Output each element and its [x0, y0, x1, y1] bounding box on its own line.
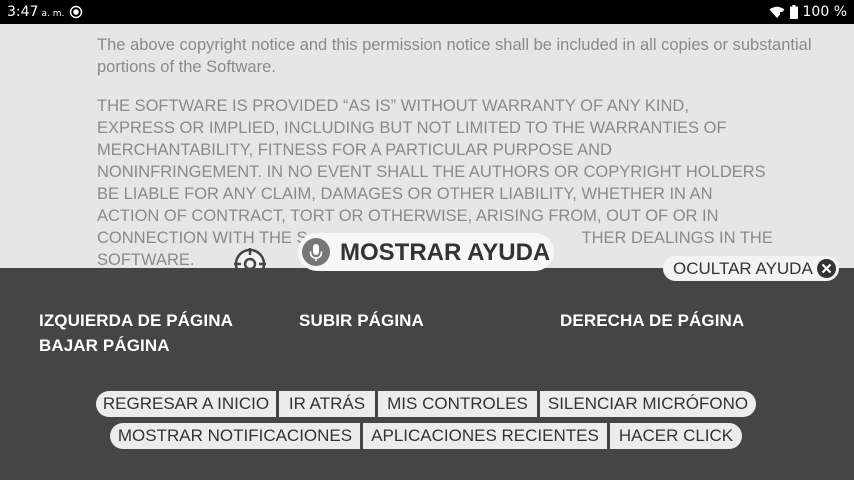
doc-line: THE SOFTWARE IS PROVIDED “AS IS” WITHOUT…	[97, 97, 689, 115]
clock-ampm: a. m.	[41, 9, 65, 19]
doc-line: NONINFRINGEMENT. IN NO EVENT SHALL THE A…	[97, 163, 766, 181]
command-page-up[interactable]: SUBIR PÁGINA	[299, 311, 424, 331]
doc-line: CONNECTION WITH THE S	[97, 229, 308, 247]
mute-microphone-button[interactable]: SILENCIAR MICRÓFONO	[540, 391, 756, 417]
doc-line: THER DEALINGS IN THE	[581, 229, 773, 247]
wifi-icon	[769, 6, 785, 18]
go-back-button[interactable]: IR ATRÁS	[279, 391, 375, 417]
command-page-right[interactable]: DERECHA DE PÁGINA	[560, 311, 744, 331]
doc-line: MERCHANTABILITY, FITNESS FOR A PARTICULA…	[97, 141, 612, 159]
battery-icon	[789, 5, 798, 19]
battery-percent: 100 %	[802, 4, 847, 20]
close-icon[interactable]	[817, 259, 836, 278]
status-time: 3:47 a. m.	[7, 4, 64, 20]
microphone-icon	[302, 238, 330, 266]
clock: 3:47	[7, 4, 39, 20]
go-home-button[interactable]: REGRESAR A INICIO	[96, 391, 276, 417]
click-button[interactable]: HACER CLICK	[610, 423, 742, 449]
command-page-left[interactable]: IZQUIERDA DE PÁGINA	[39, 311, 233, 331]
show-help-button[interactable]: MOSTRAR AYUDA	[298, 233, 554, 271]
doc-line: BE LIABLE FOR ANY CLAIM, DAMAGES OR OTHE…	[97, 185, 713, 203]
show-help-label: MOSTRAR AYUDA	[340, 239, 551, 266]
doc-paragraph-1: The above copyright notice and this perm…	[97, 36, 812, 76]
sync-icon	[69, 5, 83, 19]
recent-apps-button[interactable]: APLICACIONES RECIENTES	[363, 423, 607, 449]
hide-help-label: OCULTAR AYUDA	[673, 259, 813, 278]
status-right: 100 %	[769, 4, 847, 20]
status-bar: 3:47 a. m. 100 %	[0, 0, 854, 24]
doc-line: EXPRESS OR IMPLIED, INCLUDING BUT NOT LI…	[97, 119, 727, 137]
doc-line: SOFTWARE.	[97, 251, 195, 269]
doc-line: ACTION OF CONTRACT, TORT OR OTHERWISE, A…	[97, 207, 719, 225]
command-page-down[interactable]: BAJAR PÁGINA	[39, 336, 170, 356]
hide-help-button[interactable]: OCULTAR AYUDA	[663, 256, 839, 281]
my-controls-button[interactable]: MIS CONTROLES	[378, 391, 537, 417]
show-notifications-button[interactable]: MOSTRAR NOTIFICACIONES	[110, 423, 360, 449]
